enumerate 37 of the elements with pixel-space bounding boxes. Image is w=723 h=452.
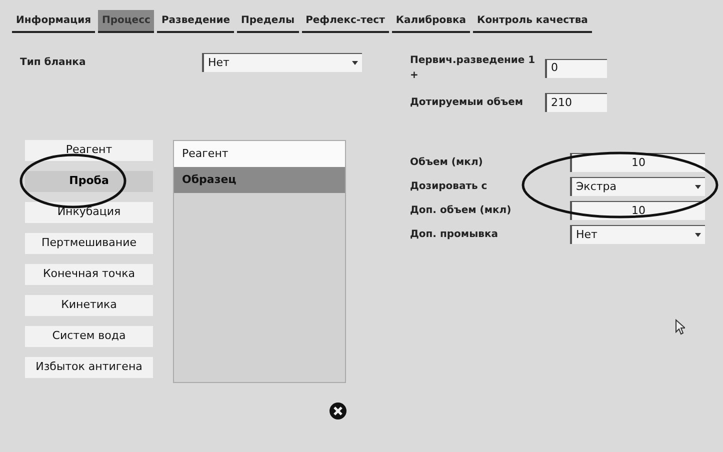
- step-button[interactable]: Избыток антигена: [25, 357, 153, 378]
- tab[interactable]: Разведение: [157, 10, 234, 33]
- input-field[interactable]: 0: [545, 58, 607, 78]
- field-label: Доп. объем (мкл): [410, 204, 512, 218]
- dropdown-caret-icon: [352, 61, 358, 65]
- tab[interactable]: Калибровка: [392, 10, 470, 33]
- field-label: Доп. промывка: [410, 228, 499, 242]
- dropdown-caret-icon: [695, 185, 701, 189]
- step-button[interactable]: Систем вода: [25, 326, 153, 347]
- field-label: Дозировать с: [410, 180, 488, 194]
- cursor-icon: [675, 319, 685, 335]
- step-button[interactable]: Кинетика: [25, 295, 153, 316]
- list-item[interactable]: Образец: [174, 167, 345, 193]
- field-label: Первич.разведение 1 +: [410, 54, 536, 83]
- field-label: Объем (мкл): [410, 156, 484, 170]
- select-value: Экстра: [576, 178, 617, 195]
- select-value: Нет: [208, 54, 230, 71]
- input-field[interactable]: 210: [545, 93, 607, 112]
- step-button[interactable]: Инкубация: [25, 202, 153, 223]
- step-button[interactable]: Реагент: [25, 140, 153, 161]
- tab[interactable]: Информация: [12, 10, 95, 33]
- dropdown[interactable]: Нет: [570, 225, 705, 244]
- form-type-label: Тип бланка: [20, 56, 87, 70]
- step-button[interactable]: Пертмешивание: [25, 233, 153, 254]
- list-item[interactable]: Реагент: [174, 141, 345, 167]
- tab[interactable]: Процесс: [98, 10, 154, 33]
- field-label: Дотируемыи объем: [410, 96, 524, 110]
- tab[interactable]: Контроль качества: [473, 10, 592, 33]
- step-button[interactable]: Проба: [25, 171, 153, 192]
- tab[interactable]: Пределы: [237, 10, 299, 33]
- tab[interactable]: Рефлекс-тест: [302, 10, 389, 33]
- form-type-select[interactable]: Нет: [202, 53, 362, 72]
- select-value: Нет: [576, 226, 598, 243]
- delete-icon[interactable]: [329, 402, 347, 420]
- step-button[interactable]: Конечная точка: [25, 264, 153, 285]
- dropdown[interactable]: Экстра: [570, 177, 705, 196]
- dropdown-caret-icon: [695, 233, 701, 237]
